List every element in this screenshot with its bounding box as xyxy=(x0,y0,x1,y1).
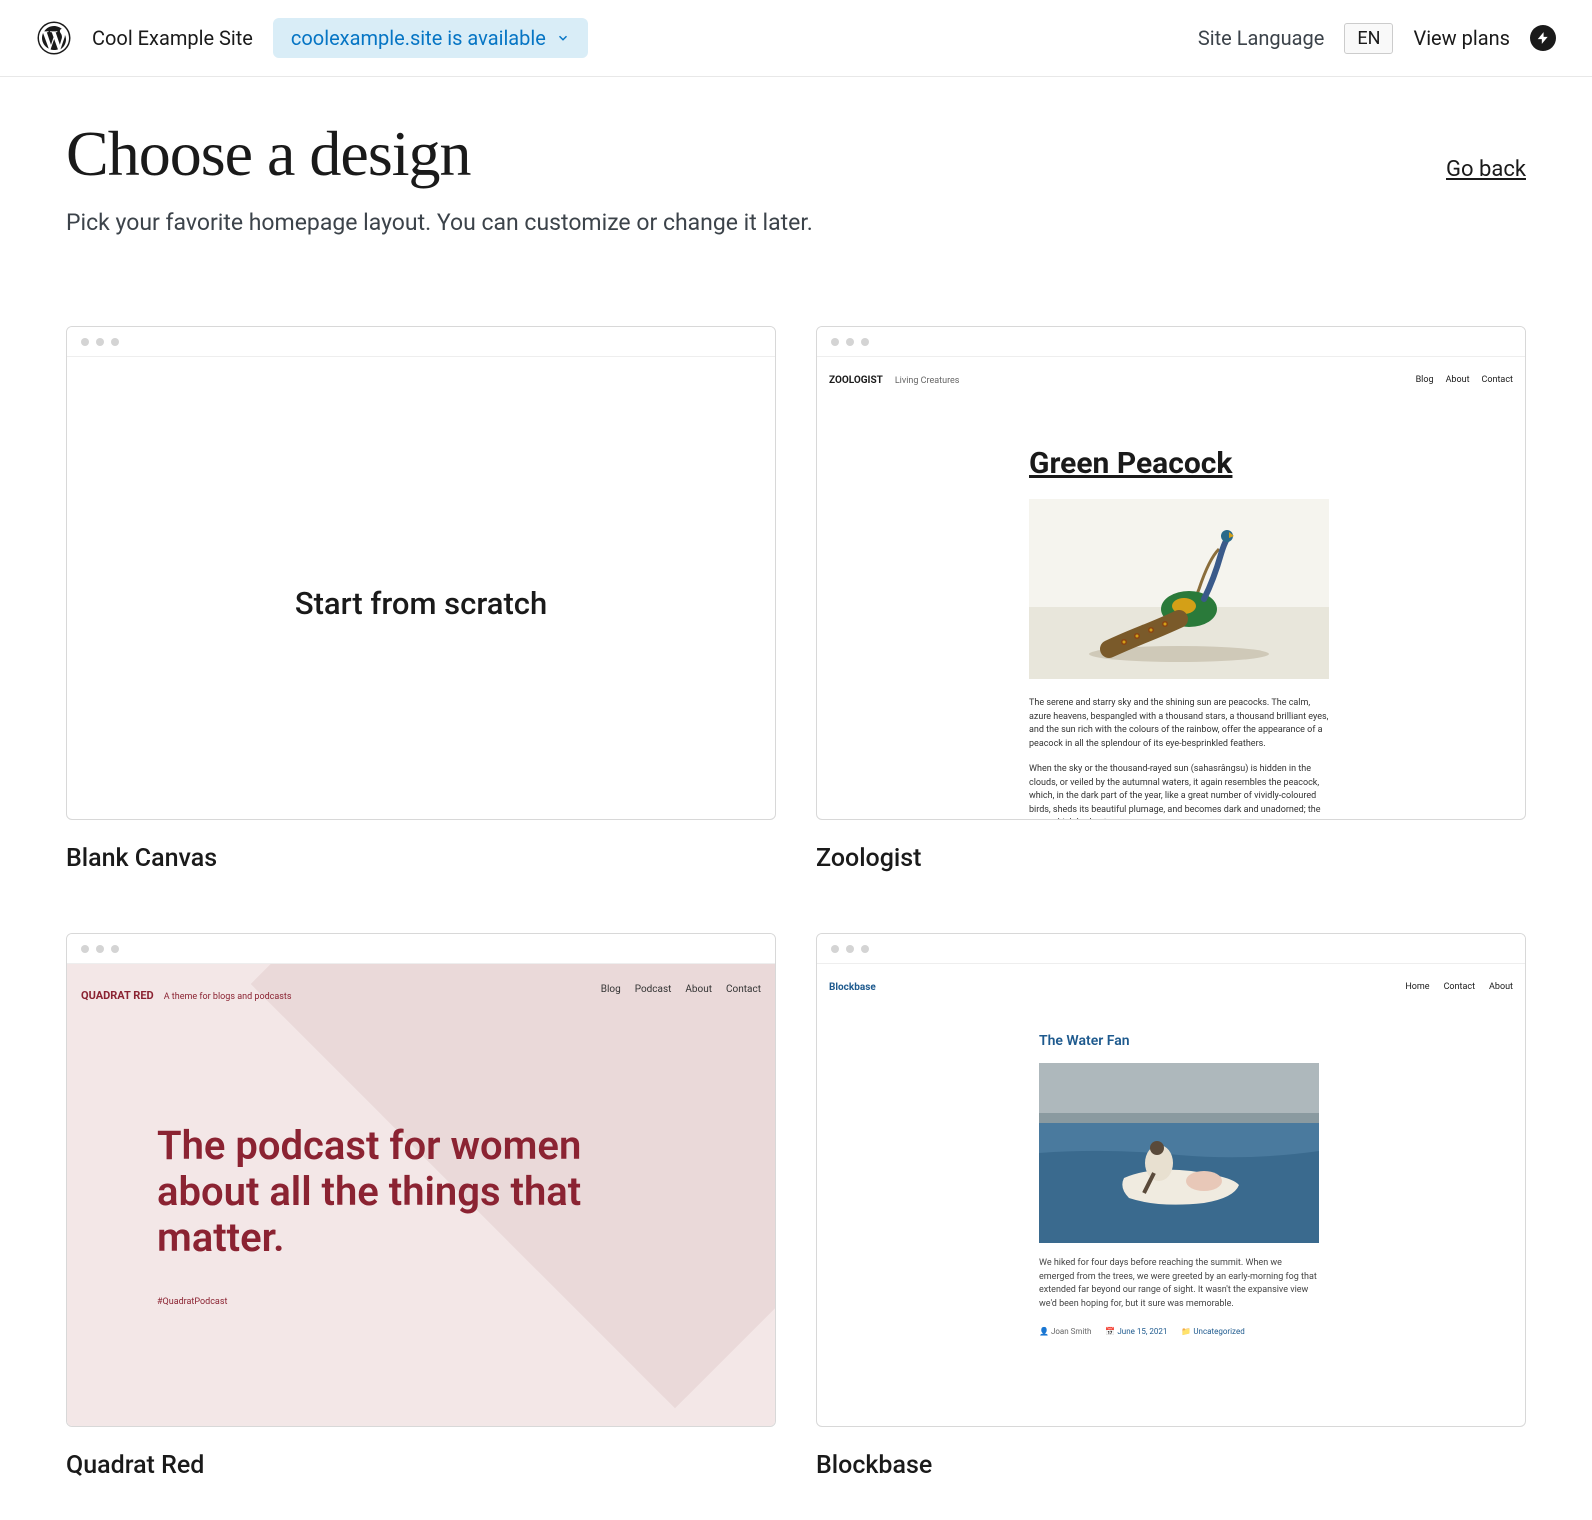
theme-preview: QUADRAT REDA theme for blogs and podcast… xyxy=(66,933,776,1427)
theme-name: Quadrat Red xyxy=(66,1451,776,1480)
theme-card-quadrat-red[interactable]: QUADRAT REDA theme for blogs and podcast… xyxy=(66,933,776,1480)
chevron-down-icon xyxy=(556,31,570,45)
page-subtitle: Pick your favorite homepage layout. You … xyxy=(66,209,813,236)
theme-card-zoologist[interactable]: ZOOLOGISTLiving Creatures BlogAboutConta… xyxy=(816,326,1526,873)
browser-chrome xyxy=(67,327,775,357)
preview-body: QUADRAT REDA theme for blogs and podcast… xyxy=(67,964,775,1427)
go-back-link[interactable]: Go back xyxy=(1446,157,1526,182)
site-name: Cool Example Site xyxy=(92,26,253,50)
view-plans-link[interactable]: View plans xyxy=(1413,26,1510,50)
language-selector[interactable]: EN xyxy=(1344,23,1393,54)
theme-preview: Blockbase HomeContactAbout The Water Fan xyxy=(816,933,1526,1427)
flash-icon[interactable] xyxy=(1530,25,1556,51)
preview-body: Start from scratch xyxy=(67,357,775,820)
theme-preview: Start from scratch xyxy=(66,326,776,820)
preview-body: Blockbase HomeContactAbout The Water Fan xyxy=(817,964,1525,1426)
page-title: Choose a design xyxy=(66,117,813,191)
domain-availability-pill[interactable]: coolexample.site is available xyxy=(273,18,588,58)
preview-body: ZOOLOGISTLiving Creatures BlogAboutConta… xyxy=(817,357,1525,819)
theme-grid: Start from scratch Blank Canvas ZOOLOGIS… xyxy=(66,326,1526,1480)
browser-chrome xyxy=(67,934,775,964)
wordpress-logo-icon[interactable] xyxy=(36,20,72,56)
boat-image xyxy=(1039,1063,1319,1243)
domain-text: coolexample.site is available xyxy=(291,26,546,50)
browser-chrome xyxy=(817,934,1525,964)
header-left: Cool Example Site coolexample.site is av… xyxy=(36,18,588,58)
header-right: Site Language EN View plans xyxy=(1198,23,1556,54)
theme-name: Blank Canvas xyxy=(66,844,776,873)
peacock-image xyxy=(1029,499,1329,679)
app-header: Cool Example Site coolexample.site is av… xyxy=(0,0,1592,77)
theme-card-blank-canvas[interactable]: Start from scratch Blank Canvas xyxy=(66,326,776,873)
language-label: Site Language xyxy=(1198,26,1325,50)
blank-label: Start from scratch xyxy=(295,585,547,622)
page-header: Choose a design Pick your favorite homep… xyxy=(66,117,1526,236)
browser-chrome xyxy=(817,327,1525,357)
theme-name: Zoologist xyxy=(816,844,1526,873)
main-content: Choose a design Pick your favorite homep… xyxy=(0,77,1592,1520)
theme-name: Blockbase xyxy=(816,1451,1526,1480)
theme-card-blockbase[interactable]: Blockbase HomeContactAbout The Water Fan xyxy=(816,933,1526,1480)
theme-preview: ZOOLOGISTLiving Creatures BlogAboutConta… xyxy=(816,326,1526,820)
